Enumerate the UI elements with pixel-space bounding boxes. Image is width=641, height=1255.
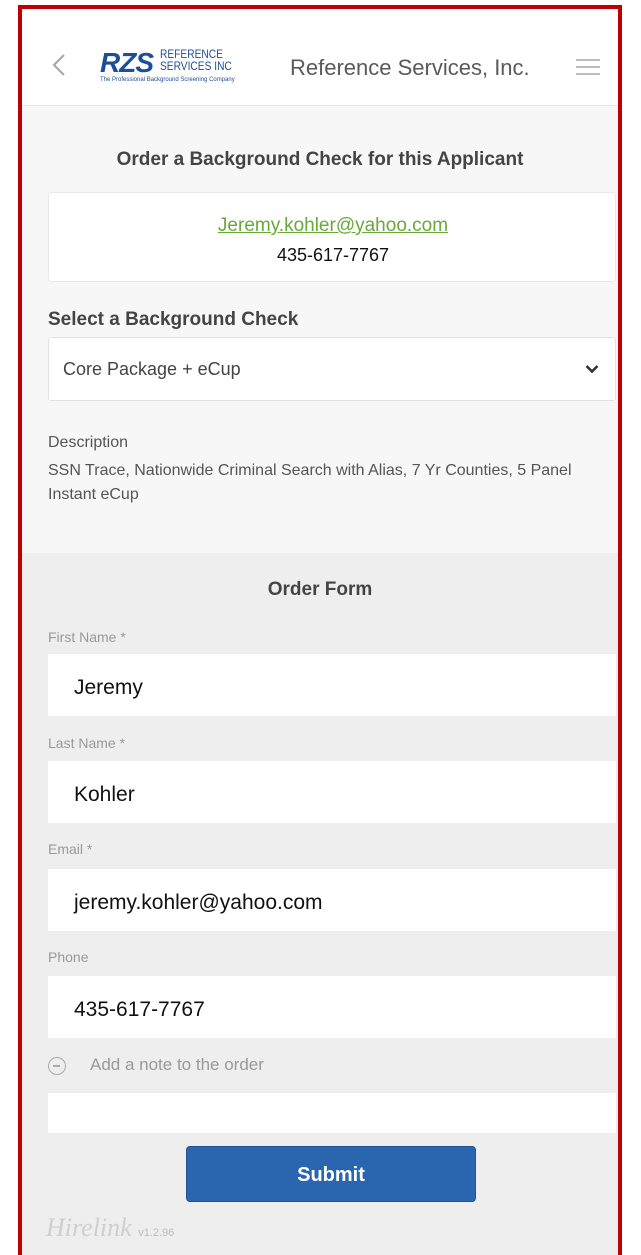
phone-field[interactable]: 435-617-7767 <box>48 976 616 1038</box>
page-title: Reference Services, Inc. <box>290 55 530 80</box>
chevron-down-icon <box>585 365 599 374</box>
submit-button[interactable]: Submit <box>186 1146 476 1202</box>
applicant-email-link[interactable]: Jeremy.kohler@yahoo.com <box>49 215 617 237</box>
logo-wordmark: REFERENCE SERVICES INC <box>160 48 232 72</box>
chevron-left-icon[interactable] <box>52 53 66 77</box>
logo-mark: RZS <box>100 47 154 78</box>
description-label: Description <box>48 434 129 451</box>
email-label: Email * <box>48 841 93 857</box>
company-logo: RZS REFERENCE SERVICES INC The Professio… <box>100 45 260 85</box>
logo-line-2: SERVICES INC <box>160 59 232 73</box>
description-text: SSN Trace, Nationwide Criminal Search wi… <box>48 462 572 503</box>
hirelink-footer-logo: Hirelink v1.2.96 <box>46 1213 174 1243</box>
phone-value: 435-617-7767 <box>74 998 205 1021</box>
email-field[interactable]: jeremy.kohler@yahoo.com <box>48 869 616 931</box>
order-form-heading: Order Form <box>267 579 373 600</box>
applicant-phone: 435-617-7767 <box>276 245 390 265</box>
email-value: jeremy.kohler@yahoo.com <box>74 891 323 914</box>
collapse-circle-icon <box>48 1057 66 1075</box>
first-name-value: Jeremy <box>74 676 143 699</box>
last-name-label: Last Name * <box>48 735 126 751</box>
background-check-select[interactable]: Core Package + eCup <box>48 337 616 401</box>
order-note-textarea[interactable] <box>48 1093 616 1133</box>
applicant-contact-card: Jeremy.kohler@yahoo.com 435-617-7767 <box>48 192 616 282</box>
phone-label: Phone <box>48 949 89 965</box>
first-name-label: First Name * <box>48 629 126 645</box>
hamburger-menu-icon[interactable] <box>576 59 600 77</box>
add-note-label: Add a note to the order <box>90 1055 264 1074</box>
applicant-heading: Order a Background Check for this Applic… <box>116 149 524 170</box>
applicant-section: Order a Background Check for this Applic… <box>22 106 618 553</box>
last-name-value: Kohler <box>74 783 135 806</box>
first-name-field[interactable]: Jeremy <box>48 654 616 716</box>
app-frame: RZS REFERENCE SERVICES INC The Professio… <box>18 5 622 1255</box>
order-form: Order Form First Name * Jeremy Last Name… <box>22 553 618 1255</box>
last-name-field[interactable]: Kohler <box>48 761 616 823</box>
background-check-label: Select a Background Check <box>48 309 299 330</box>
selected-package: Core Package + eCup <box>63 359 241 379</box>
footer-version: v1.2.96 <box>138 1227 175 1239</box>
logo-tagline: The Professional Background Screening Co… <box>100 77 235 83</box>
header: RZS REFERENCE SERVICES INC The Professio… <box>22 9 618 106</box>
footer-brand: Hirelink <box>46 1213 132 1242</box>
